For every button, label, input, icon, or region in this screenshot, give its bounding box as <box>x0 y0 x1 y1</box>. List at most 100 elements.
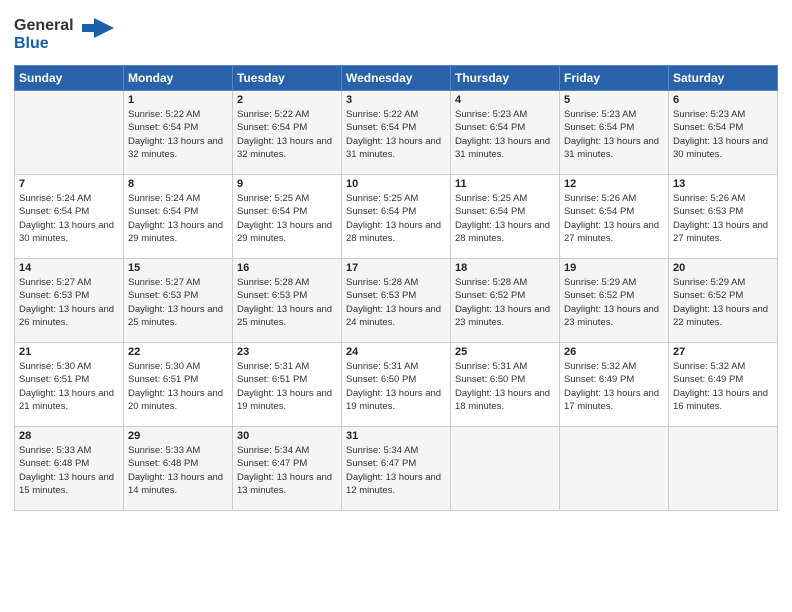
day-number: 6 <box>673 94 773 106</box>
day-number: 26 <box>564 346 664 358</box>
day-number: 31 <box>346 430 446 442</box>
calendar-cell: 16 Sunrise: 5:28 AMSunset: 6:53 PMDayligh… <box>233 259 342 343</box>
day-number: 16 <box>237 262 337 274</box>
day-detail: Sunrise: 5:23 AMSunset: 6:54 PMDaylight:… <box>673 108 773 161</box>
day-number: 29 <box>128 430 228 442</box>
col-header-thursday: Thursday <box>451 66 560 91</box>
col-header-tuesday: Tuesday <box>233 66 342 91</box>
logo: General Blue <box>14 10 124 59</box>
calendar-cell: 11 Sunrise: 5:25 AMSunset: 6:54 PMDayligh… <box>451 175 560 259</box>
calendar-cell: 19Sunrise: 5:29 AMSunset: 6:52 PMDayligh… <box>560 259 669 343</box>
day-detail: Sunrise: 5:31 AMSunset: 6:50 PMDaylight:… <box>346 360 446 413</box>
week-row-1: 1Sunrise: 5:22 AMSunset: 6:54 PMDaylight… <box>15 91 778 175</box>
day-detail: Sunrise: 5:32 AMSunset: 6:49 PMDaylight:… <box>564 360 664 413</box>
calendar-cell: 14 Sunrise: 5:27 AMSunset: 6:53 PMDayligh… <box>15 259 124 343</box>
calendar-cell: 4 Sunrise: 5:23 AMSunset: 6:54 PMDaylight… <box>451 91 560 175</box>
day-number: 13 <box>673 178 773 190</box>
calendar-cell <box>15 91 124 175</box>
col-header-wednesday: Wednesday <box>342 66 451 91</box>
day-detail: Sunrise: 5:30 AMSunset: 6:51 PMDaylight:… <box>128 360 228 413</box>
calendar-cell: 22 Sunrise: 5:30 AMSunset: 6:51 PMDayligh… <box>124 343 233 427</box>
calendar-cell: 21 Sunrise: 5:30 AMSunset: 6:51 PMDayligh… <box>15 343 124 427</box>
calendar-cell: 29 Sunrise: 5:33 AMSunset: 6:48 PMDayligh… <box>124 427 233 511</box>
day-detail: Sunrise: 5:34 AMSunset: 6:47 PMDaylight:… <box>237 444 337 497</box>
calendar-cell: 18 Sunrise: 5:28 AMSunset: 6:52 PMDayligh… <box>451 259 560 343</box>
day-number: 20 <box>673 262 773 274</box>
week-row-5: 28 Sunrise: 5:33 AMSunset: 6:48 PMDayligh… <box>15 427 778 511</box>
day-number: 12 <box>564 178 664 190</box>
calendar-cell <box>560 427 669 511</box>
day-number: 9 <box>237 178 337 190</box>
svg-text:Blue: Blue <box>14 35 49 52</box>
day-detail: Sunrise: 5:34 AMSunset: 6:47 PMDaylight:… <box>346 444 446 497</box>
day-number: 5 <box>564 94 664 106</box>
day-number: 4 <box>455 94 555 106</box>
day-number: 18 <box>455 262 555 274</box>
calendar-cell: 5 Sunrise: 5:23 AMSunset: 6:54 PMDaylight… <box>560 91 669 175</box>
day-detail: Sunrise: 5:27 AMSunset: 6:53 PMDaylight:… <box>19 276 119 329</box>
day-detail: Sunrise: 5:25 AMSunset: 6:54 PMDaylight:… <box>237 192 337 245</box>
calendar-cell: 27 Sunrise: 5:32 AMSunset: 6:49 PMDayligh… <box>669 343 778 427</box>
day-detail: Sunrise: 5:28 AMSunset: 6:53 PMDaylight:… <box>237 276 337 329</box>
page-container: General Blue SundayMondayTuesdayWednesda… <box>0 0 792 521</box>
day-detail: Sunrise: 5:24 AMSunset: 6:54 PMDaylight:… <box>128 192 228 245</box>
logo-text: General Blue <box>14 10 124 59</box>
day-detail: Sunrise: 5:23 AMSunset: 6:54 PMDaylight:… <box>564 108 664 161</box>
day-number: 22 <box>128 346 228 358</box>
calendar-cell: 10Sunrise: 5:25 AMSunset: 6:54 PMDayligh… <box>342 175 451 259</box>
calendar-table: SundayMondayTuesdayWednesdayThursdayFrid… <box>14 65 778 511</box>
calendar-cell: 28 Sunrise: 5:33 AMSunset: 6:48 PMDayligh… <box>15 427 124 511</box>
day-detail: Sunrise: 5:25 AMSunset: 6:54 PMDaylight:… <box>455 192 555 245</box>
col-header-monday: Monday <box>124 66 233 91</box>
day-number: 11 <box>455 178 555 190</box>
day-number: 25 <box>455 346 555 358</box>
calendar-cell: 1Sunrise: 5:22 AMSunset: 6:54 PMDaylight… <box>124 91 233 175</box>
calendar-cell: 13 Sunrise: 5:26 AMSunset: 6:53 PMDayligh… <box>669 175 778 259</box>
day-detail: Sunrise: 5:23 AMSunset: 6:54 PMDaylight:… <box>455 108 555 161</box>
day-detail: Sunrise: 5:22 AMSunset: 6:54 PMDaylight:… <box>128 108 228 161</box>
day-number: 2 <box>237 94 337 106</box>
calendar-cell: 2Sunrise: 5:22 AMSunset: 6:54 PMDaylight… <box>233 91 342 175</box>
day-number: 21 <box>19 346 119 358</box>
day-number: 27 <box>673 346 773 358</box>
week-row-4: 21 Sunrise: 5:30 AMSunset: 6:51 PMDayligh… <box>15 343 778 427</box>
calendar-cell: 8 Sunrise: 5:24 AMSunset: 6:54 PMDaylight… <box>124 175 233 259</box>
day-number: 23 <box>237 346 337 358</box>
day-detail: Sunrise: 5:25 AMSunset: 6:54 PMDaylight:… <box>346 192 446 245</box>
day-detail: Sunrise: 5:30 AMSunset: 6:51 PMDaylight:… <box>19 360 119 413</box>
day-number: 3 <box>346 94 446 106</box>
day-detail: Sunrise: 5:27 AMSunset: 6:53 PMDaylight:… <box>128 276 228 329</box>
day-number: 24 <box>346 346 446 358</box>
day-detail: Sunrise: 5:22 AMSunset: 6:54 PMDaylight:… <box>346 108 446 161</box>
day-detail: Sunrise: 5:29 AMSunset: 6:52 PMDaylight:… <box>673 276 773 329</box>
day-detail: Sunrise: 5:32 AMSunset: 6:49 PMDaylight:… <box>673 360 773 413</box>
day-number: 17 <box>346 262 446 274</box>
calendar-cell: 24 Sunrise: 5:31 AMSunset: 6:50 PMDayligh… <box>342 343 451 427</box>
day-detail: Sunrise: 5:26 AMSunset: 6:53 PMDaylight:… <box>673 192 773 245</box>
day-number: 7 <box>19 178 119 190</box>
day-detail: Sunrise: 5:33 AMSunset: 6:48 PMDaylight:… <box>128 444 228 497</box>
header: General Blue <box>14 10 778 59</box>
day-detail: Sunrise: 5:33 AMSunset: 6:48 PMDaylight:… <box>19 444 119 497</box>
calendar-cell: 26 Sunrise: 5:32 AMSunset: 6:49 PMDayligh… <box>560 343 669 427</box>
logo-svg: General Blue <box>14 10 124 54</box>
calendar-cell: 7Sunrise: 5:24 AMSunset: 6:54 PMDaylight… <box>15 175 124 259</box>
svg-text:General: General <box>14 17 74 34</box>
col-header-sunday: Sunday <box>15 66 124 91</box>
day-detail: Sunrise: 5:28 AMSunset: 6:52 PMDaylight:… <box>455 276 555 329</box>
day-number: 8 <box>128 178 228 190</box>
day-detail: Sunrise: 5:31 AMSunset: 6:50 PMDaylight:… <box>455 360 555 413</box>
calendar-cell: 30Sunrise: 5:34 AMSunset: 6:47 PMDayligh… <box>233 427 342 511</box>
day-number: 28 <box>19 430 119 442</box>
calendar-cell: 20 Sunrise: 5:29 AMSunset: 6:52 PMDayligh… <box>669 259 778 343</box>
calendar-cell: 12 Sunrise: 5:26 AMSunset: 6:54 PMDayligh… <box>560 175 669 259</box>
day-detail: Sunrise: 5:26 AMSunset: 6:54 PMDaylight:… <box>564 192 664 245</box>
day-number: 15 <box>128 262 228 274</box>
calendar-cell: 15 Sunrise: 5:27 AMSunset: 6:53 PMDayligh… <box>124 259 233 343</box>
week-row-2: 7 Sunrise: 5:24 AMSunset: 6:54 PMDaylight… <box>15 175 778 259</box>
calendar-cell: 6 Sunrise: 5:23 AMSunset: 6:54 PMDaylight… <box>669 91 778 175</box>
day-detail: Sunrise: 5:28 AMSunset: 6:53 PMDaylight:… <box>346 276 446 329</box>
day-number: 19 <box>564 262 664 274</box>
calendar-cell: 31 Sunrise: 5:34 AMSunset: 6:47 PMDayligh… <box>342 427 451 511</box>
day-number: 14 <box>19 262 119 274</box>
